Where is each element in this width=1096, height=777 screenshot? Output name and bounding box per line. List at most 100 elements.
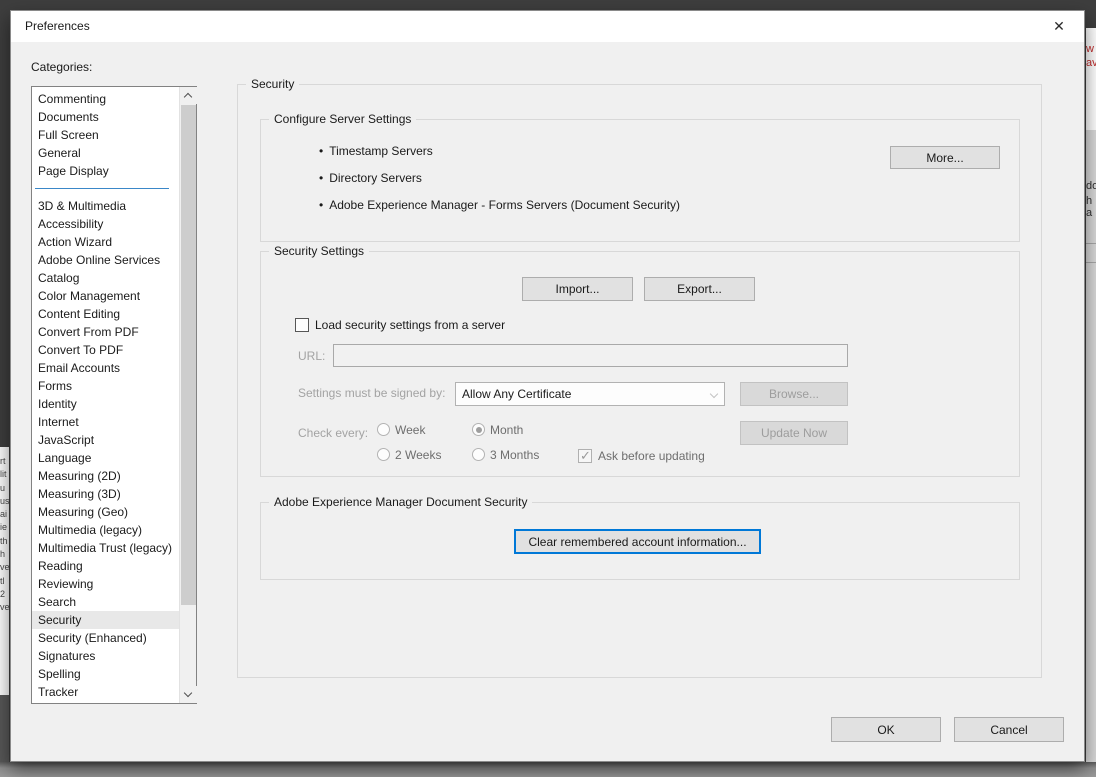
server-settings-group: Configure Server Settings •Timestamp Ser… — [260, 119, 1020, 242]
background-text-fragment: 2 — [0, 588, 9, 601]
security-settings-title: Security Settings — [269, 244, 369, 258]
scroll-up-icon[interactable] — [180, 87, 197, 104]
category-item[interactable]: Multimedia Trust (legacy) — [32, 539, 179, 557]
load-settings-checkbox[interactable] — [295, 318, 309, 332]
signed-by-label: Settings must be signed by: — [298, 386, 445, 400]
background-text-fragment: h a — [1086, 195, 1096, 219]
radio-month[interactable] — [472, 423, 485, 436]
ok-button[interactable]: OK — [831, 717, 941, 742]
category-item[interactable]: Search — [32, 593, 179, 611]
bullet-icon: • — [319, 171, 323, 185]
bullet-item: •Timestamp Servers — [319, 142, 433, 160]
category-item[interactable]: Full Screen — [32, 126, 179, 144]
bullet-icon: • — [319, 144, 323, 158]
background-text-fragment: ie — [0, 521, 9, 534]
radio-3months[interactable] — [472, 448, 485, 461]
url-input[interactable] — [333, 344, 848, 367]
background-text-fragment: tl — [0, 575, 9, 588]
url-label: URL: — [298, 349, 325, 363]
background-text-fragment: lit — [0, 468, 9, 481]
security-settings-group: Security Settings Import... Export... Lo… — [260, 251, 1020, 477]
cancel-button[interactable]: Cancel — [954, 717, 1064, 742]
background-text-fragment: av — [1086, 56, 1096, 70]
aem-security-title: Adobe Experience Manager Document Securi… — [269, 495, 532, 509]
radio-week[interactable] — [377, 423, 390, 436]
radio-week-label: Week — [395, 423, 425, 438]
category-item[interactable]: Accessibility — [32, 215, 179, 233]
bullet-item: •Adobe Experience Manager - Forms Server… — [319, 196, 680, 214]
clear-account-info-button[interactable]: Clear remembered account information... — [514, 529, 761, 554]
category-item[interactable]: JavaScript — [32, 431, 179, 449]
scrollbar-thumb[interactable] — [181, 105, 196, 605]
background-bottom-strip — [0, 762, 1096, 777]
ask-before-updating-label: Ask before updating — [598, 449, 705, 464]
category-item[interactable]: Measuring (Geo) — [32, 503, 179, 521]
radio-3months-label: 3 Months — [490, 448, 539, 463]
dialog-title: Preferences — [25, 11, 90, 42]
category-item[interactable]: Internet — [32, 413, 179, 431]
category-item[interactable]: Tracker — [32, 683, 179, 701]
category-item[interactable]: Adobe Online Services — [32, 251, 179, 269]
load-settings-label: Load security settings from a server — [315, 318, 505, 333]
export-button[interactable]: Export... — [644, 277, 755, 301]
category-item[interactable]: Spelling — [32, 665, 179, 683]
aem-security-group: Adobe Experience Manager Document Securi… — [260, 502, 1020, 580]
import-button[interactable]: Import... — [522, 277, 633, 301]
category-item[interactable]: 3D & Multimedia — [32, 197, 179, 215]
background-text-fragment: rt — [0, 455, 9, 468]
radio-2weeks[interactable] — [377, 448, 390, 461]
category-item[interactable]: Action Wizard — [32, 233, 179, 251]
category-item[interactable]: Measuring (2D) — [32, 467, 179, 485]
radio-2weeks-label: 2 Weeks — [395, 448, 441, 463]
category-item[interactable]: Identity — [32, 395, 179, 413]
signed-by-value: Allow Any Certificate — [462, 383, 571, 405]
category-item[interactable]: General — [32, 144, 179, 162]
background-text-fragment: w — [1086, 42, 1096, 56]
category-item[interactable]: Page Display — [32, 162, 179, 180]
bullet-item: •Directory Servers — [319, 169, 422, 187]
background-right-panel-sliver: do h a — [1086, 130, 1096, 762]
background-text-fragment: u — [0, 482, 9, 495]
categories-scrollbar[interactable] — [179, 87, 196, 703]
category-item[interactable]: Security — [32, 611, 179, 629]
scroll-down-icon[interactable] — [180, 686, 197, 703]
category-item[interactable]: Content Editing — [32, 305, 179, 323]
category-item[interactable]: Reviewing — [32, 575, 179, 593]
category-item[interactable]: Convert To PDF — [32, 341, 179, 359]
background-text-fragment: ai — [0, 508, 9, 521]
chevron-down-icon — [710, 390, 718, 398]
category-item[interactable]: Multimedia (legacy) — [32, 521, 179, 539]
background-left-sliver: rtlituusaiiethhvetl2ve — [0, 447, 9, 695]
list-divider — [32, 180, 179, 197]
category-item[interactable]: Measuring (3D) — [32, 485, 179, 503]
category-item[interactable]: Convert From PDF — [32, 323, 179, 341]
background-divider — [1086, 262, 1096, 263]
ask-before-updating-checkbox[interactable] — [578, 449, 592, 463]
update-now-button[interactable]: Update Now — [740, 421, 848, 445]
security-group: Security Configure Server Settings •Time… — [237, 84, 1042, 678]
browse-button[interactable]: Browse... — [740, 382, 848, 406]
background-text-fragment: do — [1086, 180, 1096, 192]
more-button[interactable]: More... — [890, 146, 1000, 169]
category-item[interactable]: Color Management — [32, 287, 179, 305]
bullet-icon: • — [319, 198, 323, 212]
background-right-top-sliver: wav — [1086, 28, 1096, 130]
category-item[interactable]: Documents — [32, 108, 179, 126]
category-item[interactable]: Reading — [32, 557, 179, 575]
categories-label: Categories: — [31, 60, 92, 74]
background-text-fragment: th — [0, 535, 9, 548]
close-icon[interactable]: ✕ — [1042, 11, 1076, 42]
category-item[interactable]: Language — [32, 449, 179, 467]
background-text-fragment: ve — [0, 601, 9, 614]
signed-by-select[interactable]: Allow Any Certificate — [455, 382, 725, 406]
category-item[interactable]: Security (Enhanced) — [32, 629, 179, 647]
background-text-fragment: h — [0, 548, 9, 561]
category-item[interactable]: Email Accounts — [32, 359, 179, 377]
category-item[interactable]: Signatures — [32, 647, 179, 665]
server-settings-title: Configure Server Settings — [269, 112, 416, 126]
category-item[interactable]: Catalog — [32, 269, 179, 287]
category-item[interactable]: Commenting — [32, 90, 179, 108]
background-text-fragment: ve — [0, 561, 9, 574]
security-group-title: Security — [246, 77, 299, 91]
category-item[interactable]: Forms — [32, 377, 179, 395]
